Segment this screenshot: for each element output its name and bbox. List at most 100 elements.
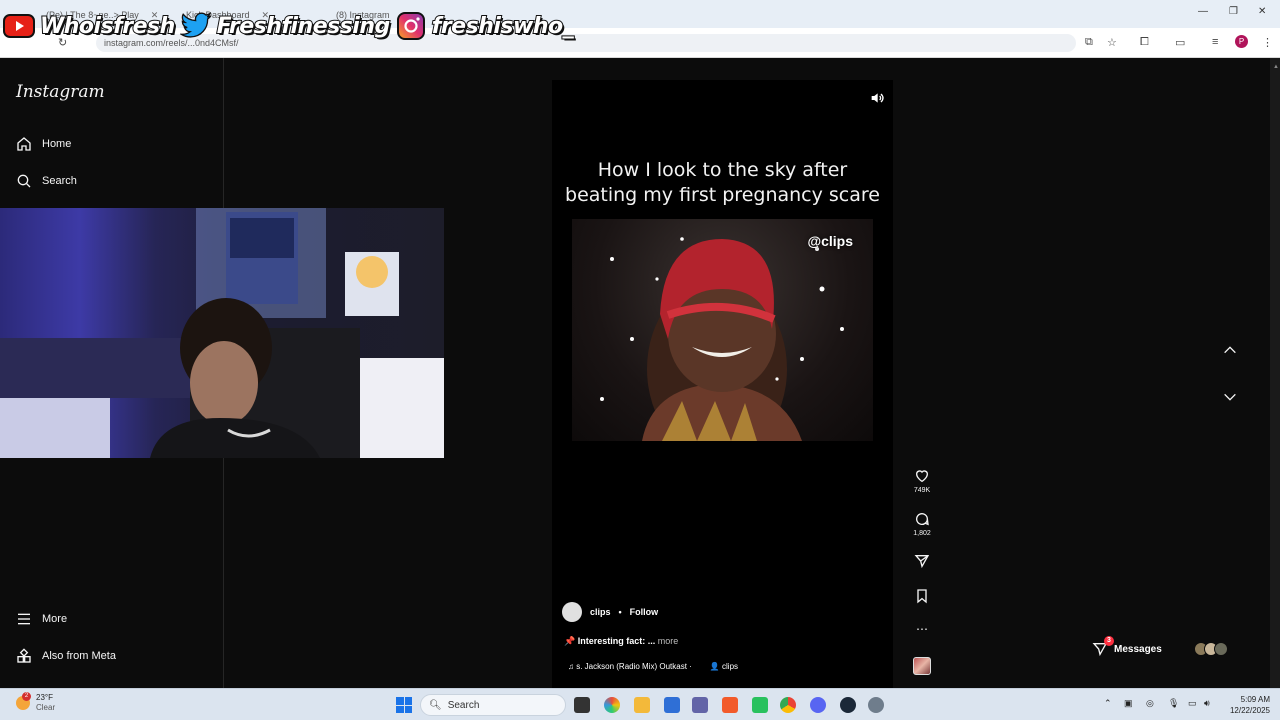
avatar [1213,642,1228,656]
instagram-icon [394,11,428,41]
author-avatar[interactable] [562,602,582,622]
twitter-handle: Freshfinessing [216,13,391,40]
reel-video-image [600,237,844,441]
media-icon[interactable]: ≡ [1212,36,1218,48]
comment-count: 1,802 [913,530,931,537]
sidebar-item-label: Home [42,138,72,150]
close-window-icon[interactable]: ✕ [1258,6,1266,17]
more-link[interactable]: more [658,636,679,646]
separator-dot: • [618,607,622,617]
twitter-icon [179,11,213,41]
copilot-icon[interactable] [604,697,620,713]
messages-label: Messages [1114,643,1162,655]
home-icon [17,137,31,151]
tagged-user-label: clips [722,662,739,671]
instagram-handle: freshiswho_ [431,13,575,40]
browser-menu-icon[interactable]: ⋮ [1262,36,1273,49]
network-icon[interactable]: ◎ [1146,698,1154,709]
tagged-user[interactable]: 👤 clips [710,662,738,671]
tray-app-icon[interactable]: ▣ [1124,698,1133,709]
scroll-up-icon[interactable]: ▲ [1273,64,1279,70]
weather-widget[interactable]: 2 23°F Clear [16,692,56,713]
chrome-icon[interactable] [780,697,796,713]
install-icon[interactable]: ⧉ [1085,36,1093,49]
sidebar-item-more[interactable]: More [16,611,67,627]
microphone-icon[interactable]: 🎙︎ [1168,698,1179,709]
steam-icon[interactable] [840,697,856,713]
messages-button[interactable]: 3 Messages [1092,636,1254,660]
caption-line: beating my first pregnancy scare [565,184,880,206]
reel-meta: ♫ s. Jackson (Radio Mix) Outkast · 👤 cli… [568,662,738,671]
kick-icon[interactable] [752,697,768,713]
youtube-handle: Whoisfresh [39,13,176,40]
scrollbar[interactable]: ▲ [1270,58,1280,688]
share-button[interactable] [906,553,938,572]
save-button[interactable] [906,588,938,607]
person-icon: 👤 [709,662,723,671]
windows-start-icon[interactable] [396,697,412,713]
stream-social-overlay: Whoisfresh Freshfinessing freshiswho_ [2,8,575,44]
like-button[interactable]: 749K [906,468,938,494]
speaker-icon[interactable]: 🔊︎ [1204,698,1210,709]
volume-icon[interactable] [869,90,885,106]
search-icon [17,174,31,188]
clock-date: 12/22/2025 [1229,706,1270,715]
video-watermark: @clips [807,233,853,249]
audio-label: s. Jackson (Radio Mix) Outkast · [576,662,692,671]
follow-button[interactable]: Follow [630,607,659,617]
sidebar-item-home[interactable]: Home [16,136,71,152]
weather-condition: Clear [36,703,56,712]
reel-caption: How I look to the sky after beating my f… [552,158,893,208]
instagram-logo[interactable]: Instagram [16,82,105,102]
audio-link[interactable]: ♫ s. Jackson (Radio Mix) Outkast · [568,662,692,671]
extensions-icon[interactable]: ⧠ [1140,36,1149,49]
tray-overflow-icon[interactable]: ⌃ [1104,698,1112,709]
reel-player[interactable]: How I look to the sky after beating my f… [552,80,893,688]
brave-icon[interactable] [722,697,738,713]
like-count: 749K [913,487,931,494]
cast-icon[interactable]: ▭ [1175,36,1185,49]
reel-description: 📌 Interesting fact: ... more [564,636,678,647]
system-clock[interactable]: 5:09 AM 12/22/2025 [1224,694,1270,716]
sidebar-item-label: Search [42,175,77,187]
menu-icon [18,613,30,625]
author-username[interactable]: clips [590,607,611,617]
bookmark-star-icon[interactable]: ☆ [1107,36,1117,49]
discord-icon[interactable] [810,697,826,713]
clock-time: 5:09 AM [1240,695,1270,704]
sidebar-item-label: More [42,613,68,625]
meta-grid-icon [17,648,31,663]
message-avatars [1193,642,1228,656]
heart-icon [915,470,929,483]
music-note-icon: ♫ [568,662,577,671]
display-icon[interactable]: ▭ [1188,698,1197,709]
more-options-icon[interactable]: ⋯ [906,622,938,636]
description-text: Interesting fact: ... [577,636,656,646]
send-icon [914,555,930,569]
profile-avatar[interactable]: P [1235,35,1248,48]
restore-icon[interactable]: ❐ [1229,6,1238,17]
file-explorer-icon[interactable] [634,697,650,713]
taskbar-search[interactable]: 🔍︎ Search [420,694,566,716]
sidebar-item-meta[interactable]: Also from Meta [16,648,116,664]
sidebar-item-label: Also from Meta [42,650,116,662]
messages-badge: 3 [1104,636,1114,646]
taskbar-search-label: Search [447,699,480,711]
pin-icon: 📌 [564,636,576,646]
comment-icon [916,513,929,526]
audio-thumbnail[interactable] [913,657,931,675]
sidebar-item-search[interactable]: Search [16,173,77,189]
teams-icon[interactable] [692,697,708,713]
settings-icon[interactable] [868,697,884,713]
chevron-up-icon[interactable] [1222,342,1238,358]
store-icon[interactable] [664,697,680,713]
minimize-icon[interactable]: — [1198,6,1208,17]
webcam-feed [0,208,444,458]
caption-line: How I look to the sky after [597,159,848,181]
screen: (Pe) | The 8~ne..> Play ✕ Kick Dashboard ✕… [0,0,1280,720]
search-icon: 🔍︎ [429,699,442,711]
comment-button[interactable]: 1,802 [906,511,938,537]
weather-icon: 2 [16,692,31,710]
chevron-down-icon[interactable] [1222,389,1238,405]
task-view-icon[interactable] [574,697,590,713]
